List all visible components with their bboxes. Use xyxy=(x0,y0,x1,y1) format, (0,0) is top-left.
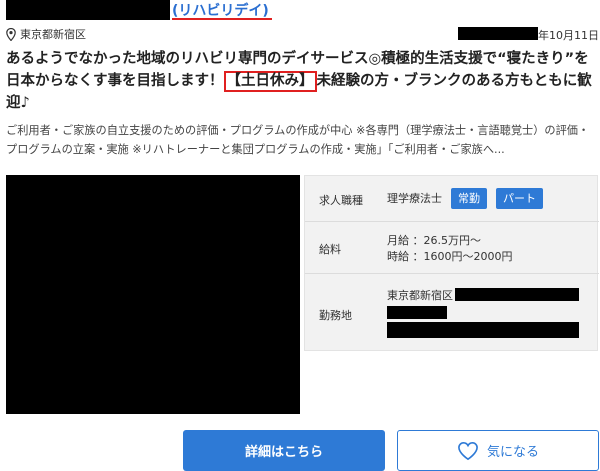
detail-button[interactable]: 詳細はこちら xyxy=(183,430,385,471)
salary-hourly: 時給 ：1600円～2000円 xyxy=(387,250,513,263)
detail-row-location: 勤務地 東京都新宿区 xyxy=(305,274,599,352)
job-value: 理学療法士 xyxy=(387,192,442,205)
parttime-tag: パート xyxy=(496,188,543,209)
work-location-label: 勤務地 xyxy=(319,309,352,322)
weekend-off-tag: 【土日休み】 xyxy=(223,71,317,92)
salary-label: 給料 xyxy=(319,243,341,256)
job-label: 求人職種 xyxy=(319,194,363,207)
detail-button-label: 詳細はこちら xyxy=(244,445,323,460)
salary-monthly: 月給 ：26.5万円～ xyxy=(387,234,481,247)
redacted-address-3 xyxy=(387,322,579,338)
posted-date: 年10月11日 xyxy=(538,29,599,42)
location-text: 東京都新宿区 xyxy=(20,28,86,41)
job-headline[interactable]: あるようでなかった地域のリハビリ専門のデイサービス◎積極的生活支援で“寝たきり”… xyxy=(6,48,600,114)
favorite-button[interactable]: 気になる xyxy=(397,430,599,471)
fulltime-tag: 常勤 xyxy=(451,188,487,209)
job-detail-table: 求人職種 理学療法士 常勤 パート 給料 月給 ：26.5万円～ 時給 ：160… xyxy=(304,175,599,352)
location: 東京都新宿区 xyxy=(6,26,86,42)
facility-brand[interactable]: (リハビリデイ) xyxy=(172,0,269,20)
favorite-button-label: 気になる xyxy=(486,445,539,460)
redacted-address-2 xyxy=(387,306,447,319)
map-pin-icon xyxy=(6,27,16,41)
job-description: ご利用者・ご家族の自立支援のための評価・プログラムの作成が中心 ※各専門（理学療… xyxy=(6,124,590,156)
detail-row-salary: 給料 月給 ：26.5万円～ 時給 ：1600円～2000円 xyxy=(305,222,599,274)
redacted-date-year xyxy=(458,27,538,40)
brand-highlight-underline xyxy=(172,18,272,20)
redacted-address-1 xyxy=(455,288,579,301)
redacted-photo xyxy=(6,175,300,414)
redacted-facility-name xyxy=(6,0,170,20)
work-location-value: 東京都新宿区 xyxy=(387,289,453,302)
detail-row-job: 求人職種 理学療法士 常勤 パート xyxy=(305,176,599,222)
heart-icon xyxy=(458,441,478,460)
